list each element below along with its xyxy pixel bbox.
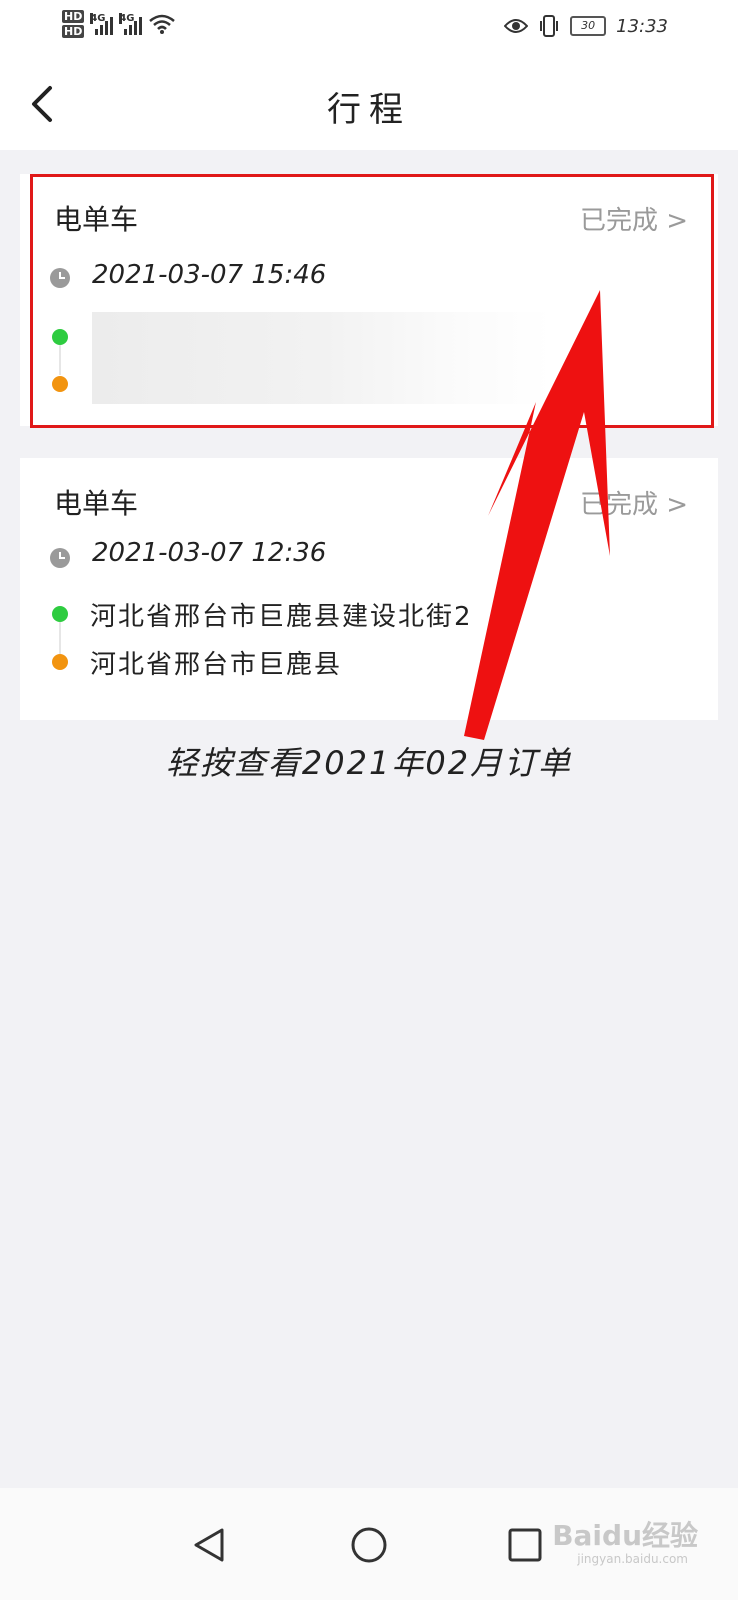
baidu-watermark: Baidu经验: [552, 1519, 698, 1552]
annotation-arrow: [464, 290, 610, 740]
nav-home-icon[interactable]: [334, 1510, 404, 1580]
annotation-caption: 轻按查看2021年02月订单: [165, 744, 573, 782]
nav-recents-icon[interactable]: [490, 1510, 560, 1580]
nav-back-icon[interactable]: [176, 1510, 246, 1580]
baidu-watermark-url: jingyan.baidu.com: [577, 1552, 688, 1566]
